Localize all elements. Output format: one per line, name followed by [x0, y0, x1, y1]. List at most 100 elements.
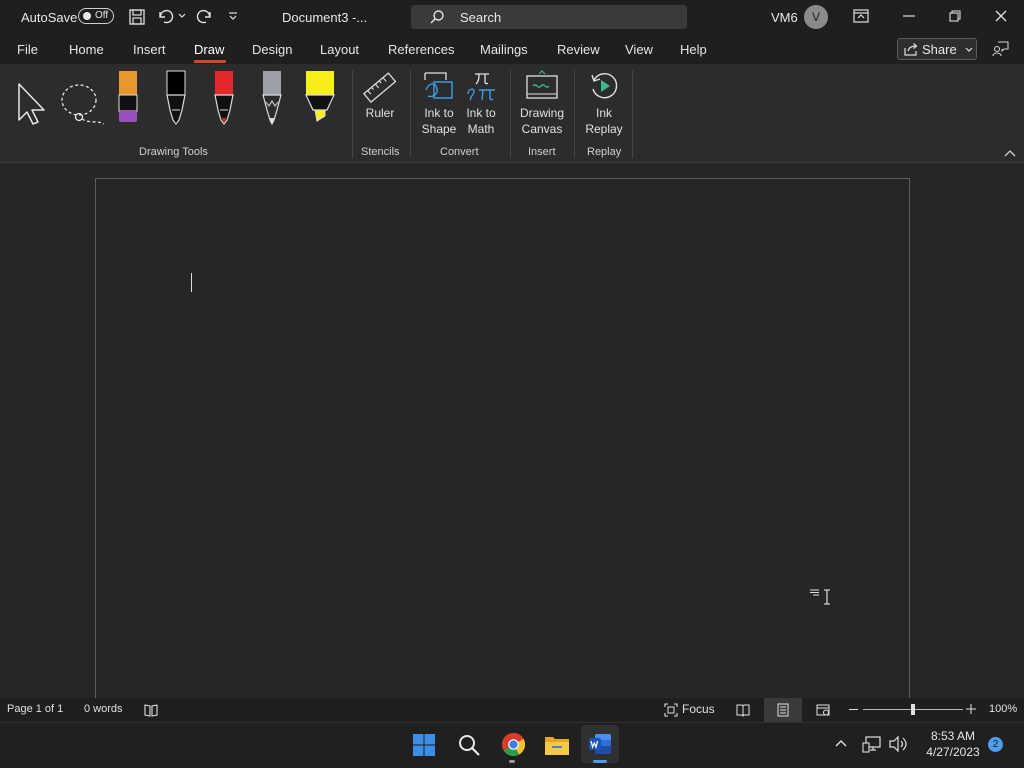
- ink-to-math-label[interactable]: Ink to Math: [460, 105, 502, 137]
- group-divider: [510, 70, 511, 158]
- tab-layout[interactable]: Layout: [320, 42, 359, 57]
- page-count[interactable]: Page 1 of 1: [7, 703, 63, 715]
- tab-review[interactable]: Review: [557, 42, 600, 57]
- tab-draw[interactable]: Draw: [194, 42, 224, 57]
- running-indicator: [509, 760, 515, 763]
- title-bar: AutoSave Off Document3 -... Search VM6 V: [0, 0, 1024, 34]
- save-icon[interactable]: [128, 8, 146, 26]
- pencil-icon[interactable]: [260, 70, 284, 126]
- tab-references[interactable]: References: [388, 42, 454, 57]
- active-tab-indicator: [194, 60, 226, 63]
- tab-insert[interactable]: Insert: [133, 42, 166, 57]
- proofing-icon[interactable]: [144, 703, 158, 717]
- clock-time[interactable]: 8:53 AM: [920, 729, 986, 743]
- chrome-icon[interactable]: [501, 732, 526, 757]
- pen-orange-icon[interactable]: [116, 70, 140, 126]
- zoom-out-icon[interactable]: [849, 709, 858, 710]
- word-icon: [588, 732, 612, 756]
- lasso-select-icon[interactable]: [58, 82, 106, 126]
- redo-icon[interactable]: [195, 8, 215, 26]
- drawing-canvas-line1: Drawing: [519, 106, 564, 120]
- autosave-toggle[interactable]: Off: [78, 8, 114, 24]
- print-layout-button[interactable]: [764, 698, 802, 722]
- ruler-icon[interactable]: [362, 70, 398, 106]
- document-page[interactable]: [95, 178, 910, 698]
- zoom-in-icon[interactable]: [966, 704, 976, 714]
- search-box[interactable]: Search: [411, 5, 687, 29]
- group-label-stencils: Stencils: [361, 146, 400, 158]
- autosave-label: AutoSave: [21, 10, 78, 25]
- group-label-convert: Convert: [440, 146, 479, 158]
- zoom-level[interactable]: 100%: [989, 703, 1017, 715]
- drawing-canvas-line2: Canvas: [521, 122, 563, 136]
- tab-design[interactable]: Design: [252, 42, 292, 57]
- tab-help[interactable]: Help: [680, 42, 707, 57]
- minimize-icon[interactable]: [903, 15, 915, 17]
- word-count[interactable]: 0 words: [84, 703, 123, 715]
- collapse-ribbon-icon[interactable]: [1004, 149, 1016, 157]
- customize-toolbar-icon[interactable]: [228, 11, 238, 21]
- tab-home[interactable]: Home: [69, 42, 104, 57]
- drawing-canvas-icon[interactable]: [525, 70, 559, 102]
- read-mode-icon[interactable]: [736, 703, 750, 717]
- search-icon: [429, 9, 445, 25]
- ink-to-math-line1: Ink to: [466, 106, 496, 120]
- zoom-slider[interactable]: [863, 704, 963, 715]
- undo-icon[interactable]: [156, 8, 176, 26]
- show-hidden-icons-icon[interactable]: [834, 738, 848, 748]
- pen-red-icon[interactable]: [212, 70, 236, 126]
- group-label-drawing-tools: Drawing Tools: [139, 146, 208, 158]
- active-app-indicator: [593, 760, 607, 763]
- group-label-insert: Insert: [528, 146, 556, 158]
- tab-mailings[interactable]: Mailings: [480, 42, 528, 57]
- share-button[interactable]: Share: [897, 38, 977, 60]
- avatar[interactable]: V: [804, 5, 828, 29]
- ruler-label[interactable]: Ruler: [362, 105, 398, 121]
- windows-start-icon[interactable]: [412, 733, 436, 757]
- restore-icon[interactable]: [949, 10, 961, 22]
- status-bar: Page 1 of 1 0 words Focus 100%: [0, 698, 1024, 722]
- word-taskbar-button[interactable]: [581, 725, 619, 763]
- taskbar-search-icon[interactable]: [457, 733, 481, 757]
- group-divider: [352, 70, 353, 158]
- undo-dropdown-icon[interactable]: [178, 13, 186, 19]
- ink-to-shape-icon[interactable]: [422, 70, 456, 102]
- tab-file[interactable]: File: [17, 42, 38, 57]
- file-explorer-icon[interactable]: [544, 733, 570, 757]
- menu-bar: File Home Insert Draw Design Layout Refe…: [0, 34, 1024, 64]
- ink-to-math-line2: Math: [467, 122, 495, 136]
- close-icon[interactable]: [995, 10, 1007, 22]
- comments-icon[interactable]: [992, 40, 1010, 58]
- ink-replay-line2: Replay: [585, 122, 623, 136]
- ink-to-shape-line2: Shape: [421, 122, 457, 136]
- focus-label[interactable]: Focus: [682, 702, 715, 716]
- ink-replay-icon[interactable]: [588, 70, 620, 102]
- ink-to-math-icon[interactable]: [465, 70, 497, 102]
- user-name: VM6: [771, 10, 798, 25]
- ribbon-display-options-icon[interactable]: [853, 9, 869, 23]
- group-divider: [574, 70, 575, 158]
- share-label: Share: [922, 42, 957, 57]
- web-layout-icon[interactable]: [816, 703, 830, 717]
- notification-badge[interactable]: 2: [988, 737, 1003, 752]
- zoom-slider-thumb[interactable]: [911, 704, 915, 715]
- ink-replay-line1: Ink: [595, 106, 612, 120]
- share-icon: [904, 43, 918, 56]
- tab-view[interactable]: View: [625, 42, 653, 57]
- network-icon[interactable]: [862, 735, 882, 753]
- clock-date[interactable]: 4/27/2023: [918, 745, 988, 759]
- autosave-state: Off: [95, 10, 109, 21]
- print-layout-icon: [776, 703, 790, 717]
- select-tool-icon[interactable]: [16, 82, 48, 126]
- search-placeholder: Search: [460, 10, 502, 25]
- toggle-knob: [83, 12, 91, 20]
- pen-black-icon[interactable]: [164, 70, 188, 126]
- highlighter-icon[interactable]: [305, 70, 335, 126]
- drawing-canvas-label[interactable]: Drawing Canvas: [516, 105, 568, 137]
- chevron-down-icon[interactable]: [965, 47, 973, 53]
- focus-icon[interactable]: [664, 703, 678, 717]
- ink-replay-label[interactable]: Ink Replay: [583, 105, 625, 137]
- volume-icon[interactable]: [888, 735, 908, 753]
- ink-to-shape-line1: Ink to: [424, 106, 454, 120]
- ink-to-shape-label[interactable]: Ink to Shape: [418, 105, 460, 137]
